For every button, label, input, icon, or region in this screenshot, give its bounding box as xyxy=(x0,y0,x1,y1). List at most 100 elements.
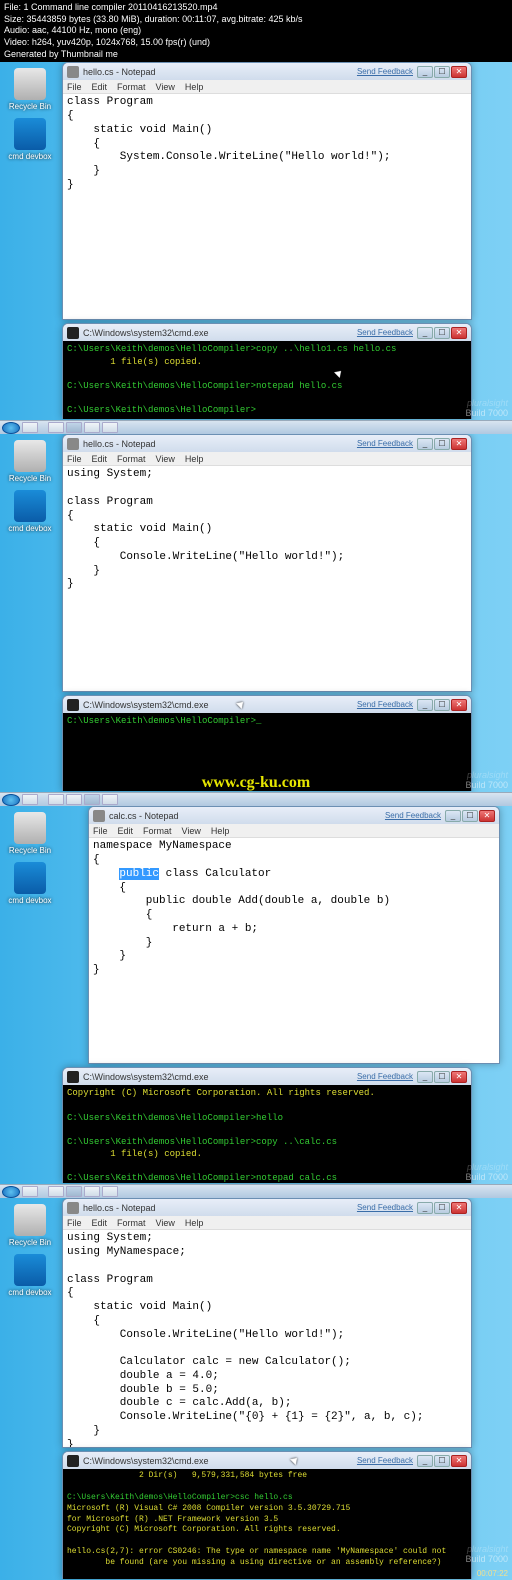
minimize-button[interactable]: _ xyxy=(417,1071,433,1083)
menu-format[interactable]: Format xyxy=(117,1218,146,1228)
send-feedback-link[interactable]: Send Feedback xyxy=(357,328,413,337)
taskbar-ie-icon[interactable] xyxy=(22,794,38,805)
send-feedback-link[interactable]: Send Feedback xyxy=(357,1203,413,1212)
maximize-button[interactable]: ☐ xyxy=(462,810,478,822)
notepad-menubar[interactable]: File Edit Format View Help xyxy=(89,824,499,838)
send-feedback-link[interactable]: Send Feedback xyxy=(357,439,413,448)
taskbar-item[interactable] xyxy=(84,1186,100,1197)
notepad-menubar[interactable]: File Edit Format View Help xyxy=(63,1216,471,1230)
send-feedback-link[interactable]: Send Feedback xyxy=(357,1456,413,1465)
notepad-titlebar[interactable]: hello.cs - Notepad Send Feedback _ ☐ ✕ xyxy=(63,1199,471,1216)
taskbar-item[interactable] xyxy=(102,422,118,433)
close-button[interactable]: ✕ xyxy=(451,327,467,339)
taskbar-item-active[interactable] xyxy=(84,794,100,805)
maximize-button[interactable]: ☐ xyxy=(434,1202,450,1214)
menu-format[interactable]: Format xyxy=(143,826,172,836)
menu-view[interactable]: View xyxy=(156,454,175,464)
maximize-button[interactable]: ☐ xyxy=(434,1455,450,1467)
cmd-console[interactable]: Copyright (C) Microsoft Corporation. All… xyxy=(63,1085,471,1183)
cmd-shortcut-icon[interactable]: cmd devbox xyxy=(8,862,52,905)
close-button[interactable]: ✕ xyxy=(451,1071,467,1083)
notepad-titlebar[interactable]: hello.cs - Notepad Send Feedback _ ☐ ✕ xyxy=(63,63,471,80)
menu-file[interactable]: File xyxy=(67,82,82,92)
close-button[interactable]: ✕ xyxy=(451,438,467,450)
taskbar-item[interactable] xyxy=(48,1186,64,1197)
menu-edit[interactable]: Edit xyxy=(92,82,108,92)
taskbar-item[interactable] xyxy=(102,1186,118,1197)
taskbar[interactable] xyxy=(0,792,512,806)
taskbar-item[interactable] xyxy=(48,794,64,805)
close-button[interactable]: ✕ xyxy=(451,1202,467,1214)
taskbar-item[interactable] xyxy=(84,422,100,433)
taskbar[interactable] xyxy=(0,1184,512,1198)
recycle-bin-icon[interactable]: Recycle Bin xyxy=(8,440,52,483)
cmd-shortcut-icon[interactable]: cmd devbox xyxy=(8,1254,52,1297)
cmd-window[interactable]: C:\Windows\system32\cmd.exe Send Feedbac… xyxy=(62,1067,472,1183)
notepad-titlebar[interactable]: calc.cs - Notepad Send Feedback _ ☐ ✕ xyxy=(89,807,499,824)
send-feedback-link[interactable]: Send Feedback xyxy=(357,1072,413,1081)
notepad-editor[interactable]: using System; using MyNamespace; class P… xyxy=(63,1230,471,1447)
start-button[interactable] xyxy=(2,422,20,434)
menu-file[interactable]: File xyxy=(93,826,108,836)
minimize-button[interactable]: _ xyxy=(417,66,433,78)
cmd-titlebar[interactable]: C:\Windows\system32\cmd.exe Send Feedbac… xyxy=(63,696,471,713)
minimize-button[interactable]: _ xyxy=(445,810,461,822)
taskbar-item[interactable] xyxy=(102,794,118,805)
notepad-menubar[interactable]: File Edit Format View Help xyxy=(63,452,471,466)
notepad-titlebar[interactable]: hello.cs - Notepad Send Feedback _ ☐ ✕ xyxy=(63,435,471,452)
recycle-bin-icon[interactable]: Recycle Bin xyxy=(8,68,52,111)
minimize-button[interactable]: _ xyxy=(417,327,433,339)
start-button[interactable] xyxy=(2,1186,20,1198)
start-button[interactable] xyxy=(2,794,20,806)
menu-edit[interactable]: Edit xyxy=(118,826,134,836)
cmd-console[interactable]: C:\Users\Keith\demos\HelloCompiler>copy … xyxy=(63,341,471,419)
menu-view[interactable]: View xyxy=(182,826,201,836)
minimize-button[interactable]: _ xyxy=(417,1202,433,1214)
cmd-window[interactable]: C:\Windows\system32\cmd.exe Send Feedbac… xyxy=(62,1451,472,1579)
taskbar-item-active[interactable] xyxy=(66,1186,82,1197)
menu-format[interactable]: Format xyxy=(117,454,146,464)
menu-help[interactable]: Help xyxy=(211,826,230,836)
send-feedback-link[interactable]: Send Feedback xyxy=(385,811,441,820)
notepad-window[interactable]: calc.cs - Notepad Send Feedback _ ☐ ✕ Fi… xyxy=(88,806,500,1064)
send-feedback-link[interactable]: Send Feedback xyxy=(357,700,413,709)
taskbar-ie-icon[interactable] xyxy=(22,1186,38,1197)
menu-edit[interactable]: Edit xyxy=(92,1218,108,1228)
cmd-shortcut-icon[interactable]: cmd devbox xyxy=(8,490,52,533)
notepad-window[interactable]: hello.cs - Notepad Send Feedback _ ☐ ✕ F… xyxy=(62,1198,472,1448)
close-button[interactable]: ✕ xyxy=(451,1455,467,1467)
close-button[interactable]: ✕ xyxy=(451,66,467,78)
cmd-shortcut-icon[interactable]: cmd devbox xyxy=(8,118,52,161)
close-button[interactable]: ✕ xyxy=(451,699,467,711)
minimize-button[interactable]: _ xyxy=(417,438,433,450)
cmd-window[interactable]: C:\Windows\system32\cmd.exe Send Feedbac… xyxy=(62,323,472,419)
maximize-button[interactable]: ☐ xyxy=(434,327,450,339)
minimize-button[interactable]: _ xyxy=(417,699,433,711)
notepad-editor[interactable]: using System; class Program { static voi… xyxy=(63,466,471,691)
cmd-titlebar[interactable]: C:\Windows\system32\cmd.exe Send Feedbac… xyxy=(63,1068,471,1085)
taskbar-item[interactable] xyxy=(48,422,64,433)
menu-format[interactable]: Format xyxy=(117,82,146,92)
taskbar-item-active[interactable] xyxy=(66,422,82,433)
close-button[interactable]: ✕ xyxy=(479,810,495,822)
notepad-window[interactable]: hello.cs - Notepad Send Feedback _ ☐ ✕ F… xyxy=(62,62,472,320)
cmd-titlebar[interactable]: C:\Windows\system32\cmd.exe Send Feedbac… xyxy=(63,1452,471,1469)
menu-view[interactable]: View xyxy=(156,1218,175,1228)
menu-help[interactable]: Help xyxy=(185,82,204,92)
recycle-bin-icon[interactable]: Recycle Bin xyxy=(8,1204,52,1247)
maximize-button[interactable]: ☐ xyxy=(434,438,450,450)
minimize-button[interactable]: _ xyxy=(417,1455,433,1467)
notepad-menubar[interactable]: File Edit Format View Help xyxy=(63,80,471,94)
menu-file[interactable]: File xyxy=(67,454,82,464)
maximize-button[interactable]: ☐ xyxy=(434,66,450,78)
menu-help[interactable]: Help xyxy=(185,454,204,464)
send-feedback-link[interactable]: Send Feedback xyxy=(357,67,413,76)
maximize-button[interactable]: ☐ xyxy=(434,1071,450,1083)
maximize-button[interactable]: ☐ xyxy=(434,699,450,711)
taskbar-ie-icon[interactable] xyxy=(22,422,38,433)
menu-file[interactable]: File xyxy=(67,1218,82,1228)
menu-view[interactable]: View xyxy=(156,82,175,92)
notepad-editor[interactable]: namespace MyNamespace { public class Cal… xyxy=(89,838,499,1063)
taskbar[interactable] xyxy=(0,420,512,434)
notepad-editor[interactable]: class Program { static void Main() { Sys… xyxy=(63,94,471,319)
